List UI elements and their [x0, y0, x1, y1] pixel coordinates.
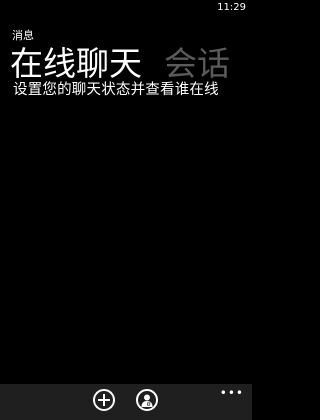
chat-status-button[interactable] [136, 389, 158, 411]
add-icon [98, 394, 110, 406]
add-button[interactable] [93, 389, 115, 411]
ellipsis-icon[interactable]: ••• [220, 386, 244, 400]
person-status-icon [141, 394, 153, 407]
app-bar: ••• [0, 384, 252, 420]
status-bar: 11:29 [0, 0, 252, 16]
app-title: 消息 [12, 29, 34, 42]
chat-status-message[interactable]: 设置您的聊天状态并查看谁在线 [13, 78, 219, 99]
status-time: 11:29 [217, 2, 246, 13]
